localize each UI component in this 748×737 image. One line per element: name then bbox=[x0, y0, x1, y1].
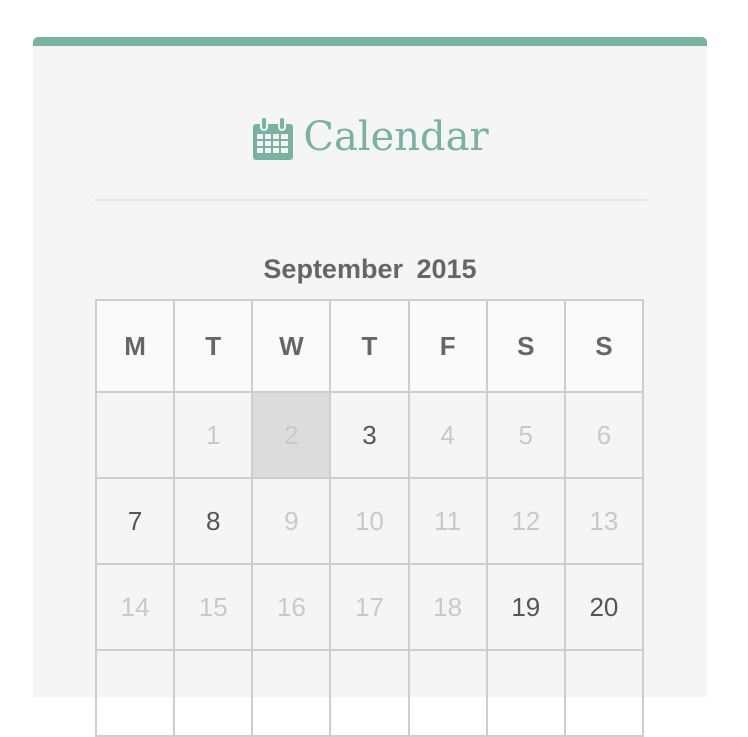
calendar-day-empty bbox=[329, 649, 410, 737]
widget-title: Calendar bbox=[33, 112, 707, 162]
calendar-day: 18 bbox=[407, 563, 488, 651]
calendar-week-row: 14 15 16 17 18 19 20 bbox=[94, 563, 645, 651]
calendar-day: 1 bbox=[173, 391, 254, 479]
widget-title-text: Calendar bbox=[303, 114, 489, 160]
weekday-header: M bbox=[94, 299, 176, 393]
weekday-header-row: M T W T F S S bbox=[94, 299, 645, 393]
calendar-day: 4 bbox=[407, 391, 488, 479]
calendar-day-empty bbox=[173, 649, 254, 737]
calendar-day[interactable]: 3 bbox=[329, 391, 410, 479]
calendar-day-today: 2 bbox=[251, 391, 332, 479]
calendar-week-row bbox=[94, 649, 645, 737]
calendar-year: 2015 bbox=[416, 254, 477, 284]
calendar-day: 11 bbox=[407, 477, 488, 565]
weekday-header: T bbox=[173, 299, 254, 393]
weekday-header: T bbox=[329, 299, 410, 393]
calendar-day: 9 bbox=[251, 477, 332, 565]
calendar-day[interactable]: 7 bbox=[94, 477, 176, 565]
calendar-caption: September 2015 bbox=[96, 253, 644, 285]
calendar-day-empty bbox=[407, 649, 488, 737]
calendar-day: 10 bbox=[329, 477, 410, 565]
calendar-widget: Calendar September 2015 M T W T F S S 12… bbox=[33, 37, 707, 737]
calendar-body: 1 2 3 4 5 6 7 8 9 10 11 12 13 14 15 16 17 18 19 20 bbox=[94, 391, 645, 737]
calendar-week-row: 7 8 9 10 11 12 13 bbox=[94, 477, 645, 565]
calendar-day: 6 bbox=[563, 391, 645, 479]
calendar-day: 15 bbox=[173, 563, 254, 651]
calendar-day[interactable]: 19 bbox=[485, 563, 566, 651]
calendar-day: 14 bbox=[94, 563, 176, 651]
calendar-day: 12 bbox=[485, 477, 566, 565]
calendar-day-empty bbox=[563, 649, 645, 737]
calendar-day[interactable]: 8 bbox=[173, 477, 254, 565]
calendar-day-empty bbox=[485, 649, 566, 737]
calendar-day: 5 bbox=[485, 391, 566, 479]
calendar-icon bbox=[253, 116, 294, 160]
weekday-header: S bbox=[563, 299, 645, 393]
calendar-table: M T W T F S S 1 2 3 4 5 6 7 8 9 10 11 12 13 14 15 16 17 1… bbox=[94, 299, 645, 737]
weekday-header: S bbox=[485, 299, 566, 393]
calendar-day[interactable]: 20 bbox=[563, 563, 645, 651]
title-divider bbox=[94, 199, 647, 201]
calendar-day: 17 bbox=[329, 563, 410, 651]
calendar-day: 13 bbox=[563, 477, 645, 565]
calendar-week-row: 123456 bbox=[94, 391, 645, 479]
calendar-day-empty bbox=[94, 649, 176, 737]
calendar-day-empty bbox=[94, 391, 176, 479]
weekday-header: F bbox=[407, 299, 488, 393]
weekday-header: W bbox=[251, 299, 332, 393]
calendar-month: September bbox=[263, 254, 403, 284]
calendar-day-empty bbox=[251, 649, 332, 737]
calendar-day: 16 bbox=[251, 563, 332, 651]
